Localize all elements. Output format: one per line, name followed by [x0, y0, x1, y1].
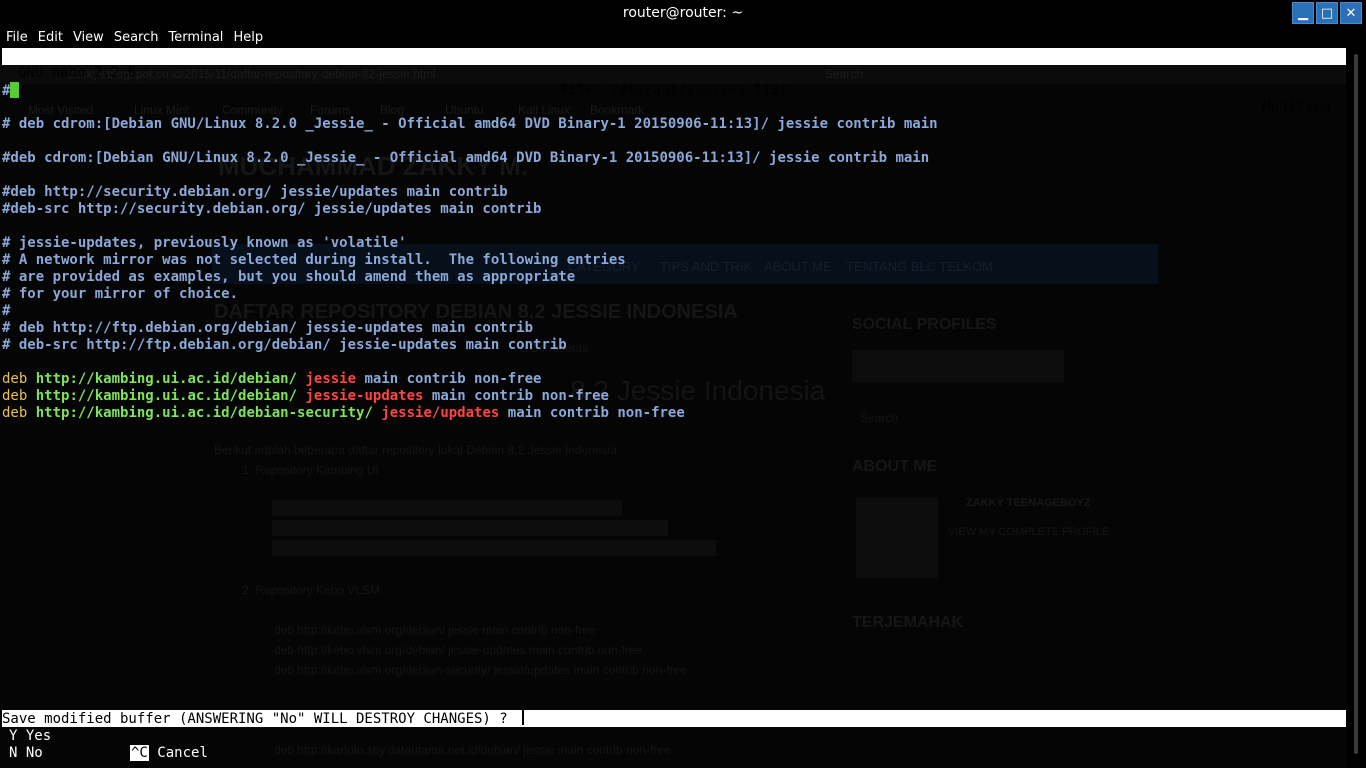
repo-type: deb [2, 388, 28, 404]
nano-filename: File: /etc/apt/sources.list [560, 82, 788, 98]
ghost-kebo-line-3: deb http://kebo.vlsm.org/debian-security… [274, 663, 687, 677]
ghost-nav-4: TENTANG BLC TELKOM [846, 259, 993, 274]
option-cancel-label: Cancel [157, 745, 208, 761]
repo-url: http://kambing.ui.ac.id/debian/ [35, 388, 298, 404]
ghost-profile-link: VIEW MY COMPLETE PROFILE [948, 526, 1110, 538]
terminal-area[interactable]: zakkyv.blogspot.co.id/2015/11/daftar-rep… [0, 48, 1346, 768]
ghost-code-block-3 [272, 540, 716, 556]
editor-line-14[interactable]: # [2, 303, 10, 320]
save-prompt[interactable]: Save modified buffer (ANSWERING "No" WIL… [2, 710, 1346, 727]
minimize-button[interactable]: ▁ [1292, 2, 1314, 24]
prompt-cursor [522, 710, 525, 725]
menu-search[interactable]: Search [114, 30, 159, 45]
ghost-author: ZAKKY TEENAGEBOYZ [966, 497, 1091, 509]
editor-line-12[interactable]: # are provided as examples, but you shou… [2, 269, 575, 286]
ghost-social-icons [852, 350, 1064, 382]
ghost-intro: Berikut adalah beberapa daftar repositor… [214, 443, 617, 457]
repo-line-2[interactable]: deb http://kambing.ui.ac.id/debian/ jess… [2, 388, 609, 405]
editor-line-16[interactable]: # deb-src http://ftp.debian.org/debian/ … [2, 337, 567, 354]
ghost-about-me: ABOUT ME [852, 458, 938, 475]
repo-suite: jessie/updates [381, 405, 500, 421]
menu-view[interactable]: View [73, 30, 104, 45]
ghost-search-box: Search [825, 67, 864, 81]
option-no[interactable]: N No [9, 745, 43, 762]
maximize-button[interactable]: □ [1316, 2, 1338, 24]
ghost-sidebar-search: Search [860, 411, 899, 425]
editor-line-15[interactable]: # deb http://ftp.debian.org/debian/ jess… [2, 320, 533, 337]
save-prompt-text: Save modified buffer (ANSWERING "No" WIL… [2, 711, 517, 727]
editor-line-11[interactable]: # A network mirror was not selected duri… [2, 252, 626, 269]
ghost-nav-3: ABOUT ME [764, 259, 832, 274]
ghost-list-item-2: 2. Repository Kebo VLSM [242, 583, 381, 597]
nano-header-bar: GNU nano 2.2.6 File: /etc/apt/sources.li… [2, 48, 1346, 115]
repo-suite: jessie [305, 371, 357, 387]
window-titlebar[interactable]: router@router: ~ ▁ □ ✕ [0, 0, 1366, 27]
ghost-translate: TERJEMAHAK [852, 614, 964, 631]
repo-line-3[interactable]: deb http://kambing.ui.ac.id/debian-secur… [2, 405, 685, 422]
editor-line-1: # [2, 83, 11, 99]
option-yes[interactable]: Y Yes [9, 728, 51, 745]
editor-line-10[interactable]: # jessie-updates, previously known as 'v… [2, 235, 407, 252]
repo-components: main contrib non-free [507, 405, 685, 421]
option-cancel[interactable]: ^C Cancel [130, 745, 208, 762]
nano-modified-status: Modified [1262, 99, 1330, 115]
option-no-label: No [25, 745, 43, 761]
menu-terminal[interactable]: Terminal [168, 30, 223, 45]
repo-type: deb [2, 405, 28, 421]
ghost-list-item-1: 1. Repository Kambing UI [242, 463, 379, 477]
ghost-post-heading: DAFTAR REPOSITORY DEBIAN 8.2 JESSIE INDO… [214, 301, 738, 323]
editor-line[interactable]: # [2, 82, 20, 100]
editor-line-3[interactable]: # deb cdrom:[Debian GNU/Linux 8.2.0 _Jes… [2, 116, 938, 133]
option-no-key: N [9, 745, 18, 761]
editor-line-8[interactable]: #deb-src http://security.debian.org/ jes… [2, 201, 541, 218]
option-cancel-key: ^C [130, 745, 149, 761]
menu-file[interactable]: File [6, 30, 28, 45]
editor-line-7[interactable]: #deb http://security.debian.org/ jessie/… [2, 184, 508, 201]
terminal-scrollbar[interactable] [1346, 48, 1366, 768]
window-controls: ▁ □ ✕ [1292, 2, 1362, 24]
menu-edit[interactable]: Edit [38, 30, 63, 45]
repo-type: deb [2, 371, 28, 387]
option-yes-key: Y [9, 728, 18, 744]
ghost-datautama-line: deb http://kartolo.sby.datautama.net.id/… [274, 743, 671, 757]
repo-url: http://kambing.ui.ac.id/debian-security/ [35, 405, 373, 421]
repo-suite: jessie-updates [305, 388, 424, 404]
ghost-kebo-line-2: deb http://kebo.vlsm.org/debian/ jessie-… [274, 643, 643, 657]
ghost-profile-photo [856, 498, 938, 578]
ghost-code-block-2 [272, 520, 668, 536]
repo-components: main contrib non-free [364, 371, 542, 387]
repo-components: main contrib non-free [431, 388, 609, 404]
ghost-code-block-1 [272, 500, 622, 516]
text-cursor [10, 82, 20, 98]
editor-line-13[interactable]: # for your mirror of choice. [2, 286, 238, 303]
scrollbar-thumb[interactable] [1354, 54, 1358, 754]
option-yes-label: Yes [25, 728, 52, 744]
ghost-social-profiles: SOCIAL PROFILES [852, 316, 997, 333]
ghost-kebo-line-1: deb http://kebo.vlsm.org/debian/ jessie … [274, 623, 596, 637]
repo-url: http://kambing.ui.ac.id/debian/ [35, 371, 298, 387]
ghost-nav-2: TIPS AND TRIK [660, 259, 753, 274]
ghost-url-bar [0, 62, 1346, 84]
menubar: File Edit View Search Terminal Help [0, 27, 1366, 48]
nano-version: GNU nano 2.2.6 [18, 65, 137, 81]
window-title: router@router: ~ [622, 5, 744, 21]
menu-help[interactable]: Help [233, 30, 263, 45]
repo-line-1[interactable]: deb http://kambing.ui.ac.id/debian/ jess… [2, 371, 542, 388]
close-button[interactable]: ✕ [1340, 2, 1362, 24]
editor-line-5[interactable]: #deb cdrom:[Debian GNU/Linux 8.2.0 _Jess… [2, 150, 929, 167]
